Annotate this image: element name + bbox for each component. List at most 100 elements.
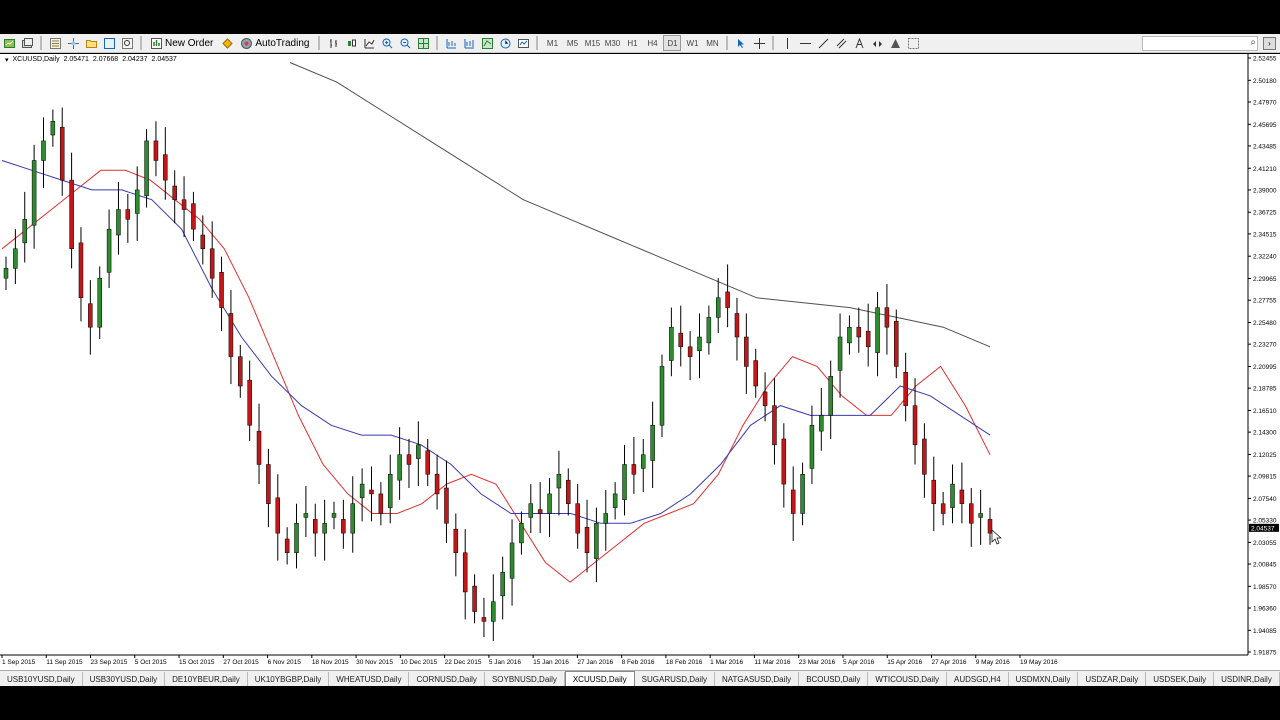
date-tick-label: 27 Oct 2015 bbox=[223, 659, 259, 666]
period-h4[interactable]: H4 bbox=[643, 35, 661, 51]
grid-icon bbox=[907, 37, 919, 49]
trendline-button[interactable] bbox=[815, 35, 831, 51]
chart-tab[interactable]: WTICOUSD,Daily bbox=[868, 672, 947, 686]
chart-tabs: USB10YUSD,Daily USB30YUSD,Daily DE10YBEUR,… bbox=[0, 670, 1280, 686]
new-chart-button[interactable] bbox=[1, 35, 17, 51]
candle-body bbox=[50, 121, 56, 136]
chart-tab[interactable]: USDZAR,Daily bbox=[1078, 672, 1147, 686]
chart-tab[interactable]: USB30YUSD,Daily bbox=[83, 672, 166, 686]
tile-windows-button[interactable] bbox=[415, 35, 431, 51]
market-watch-button[interactable] bbox=[47, 35, 63, 51]
horizontal-line-button[interactable] bbox=[797, 35, 813, 51]
candle-body bbox=[106, 228, 112, 273]
chart-tab[interactable]: CORNUSD,Daily bbox=[409, 672, 485, 686]
period-w1[interactable]: W1 bbox=[683, 35, 701, 51]
candle-body bbox=[603, 513, 609, 524]
chart-tab[interactable]: DE10YBEUR,Daily bbox=[165, 672, 248, 686]
chart-tab[interactable]: SOYBNUSD,Daily bbox=[485, 672, 565, 686]
candle-body bbox=[519, 523, 524, 544]
chart-shift-button[interactable] bbox=[461, 35, 477, 51]
candle-body bbox=[97, 277, 102, 328]
candle-body bbox=[500, 572, 505, 597]
arrows-button[interactable] bbox=[869, 35, 885, 51]
toolbar-separator bbox=[318, 36, 321, 50]
strategy-tester-button[interactable] bbox=[119, 35, 135, 51]
new-order-button[interactable]: New Order bbox=[147, 35, 217, 51]
chart-tab[interactable]: NATGASUSD,Daily bbox=[715, 672, 800, 686]
shapes-button[interactable] bbox=[887, 35, 903, 51]
navigator-button[interactable] bbox=[65, 35, 81, 51]
chart-tab[interactable]: BCOUSD,Daily bbox=[799, 672, 869, 686]
period-d1[interactable]: D1 bbox=[663, 35, 682, 51]
vertical-line-button[interactable] bbox=[779, 35, 795, 51]
text-tool-button[interactable] bbox=[851, 35, 867, 51]
candle-body bbox=[912, 405, 918, 446]
chart-shift-icon bbox=[464, 38, 474, 48]
price-tick-label: 2.52455 bbox=[1253, 56, 1277, 63]
zoom-in-button[interactable] bbox=[379, 35, 395, 51]
chart-tab[interactable]: USDSEK,Daily bbox=[1146, 672, 1215, 686]
bar-chart-button[interactable] bbox=[325, 35, 341, 51]
search-icon[interactable]: ⌕ bbox=[1250, 37, 1256, 48]
candle-body bbox=[163, 154, 168, 181]
chart-tab[interactable]: USB10YUSD,Daily bbox=[0, 672, 83, 686]
chart-tab[interactable]: USDMXN,Daily bbox=[1009, 672, 1079, 686]
candle-body bbox=[744, 336, 749, 367]
chart-tab[interactable]: UK10YBGBP,Daily bbox=[248, 672, 330, 686]
indicators-button[interactable] bbox=[479, 35, 495, 51]
chart-tab[interactable]: USDINR,Daily bbox=[1214, 672, 1280, 686]
date-tick-label: 15 Apr 2016 bbox=[887, 659, 922, 666]
templates-button[interactable] bbox=[515, 35, 531, 51]
chart-tab[interactable]: WHEATUSD,Daily bbox=[329, 672, 410, 686]
vertical-line-icon bbox=[786, 37, 788, 49]
crosshair-tool-button[interactable] bbox=[751, 35, 767, 51]
zoom-out-button[interactable] bbox=[397, 35, 413, 51]
candle-body bbox=[191, 203, 196, 230]
price-tick-label: 2.32240 bbox=[1253, 254, 1277, 261]
autotrading-button[interactable]: AutoTrading bbox=[237, 35, 313, 51]
period-m1[interactable]: M1 bbox=[543, 35, 561, 51]
auto-scroll-button[interactable] bbox=[443, 35, 459, 51]
cursor-tool-button[interactable] bbox=[733, 35, 749, 51]
terminal-button[interactable] bbox=[101, 35, 117, 51]
profiles-button[interactable] bbox=[19, 35, 35, 51]
candle-body bbox=[978, 513, 983, 518]
candle-body bbox=[78, 242, 84, 299]
price-tick-label: 2.43485 bbox=[1253, 143, 1277, 150]
period-m30[interactable]: M30 bbox=[603, 35, 621, 51]
period-m15[interactable]: M15 bbox=[583, 35, 601, 51]
grid-button[interactable] bbox=[905, 35, 921, 51]
period-m5[interactable]: M5 bbox=[563, 35, 581, 51]
candle-body bbox=[228, 313, 234, 357]
price-tick-label: 2.03055 bbox=[1253, 540, 1277, 547]
favorites-button[interactable] bbox=[83, 35, 99, 51]
candlestick-chart-button[interactable] bbox=[343, 35, 359, 51]
chart-tab[interactable]: XCUUSD,Daily bbox=[564, 671, 635, 686]
candle-body bbox=[894, 321, 899, 367]
periodicity-button[interactable] bbox=[497, 35, 513, 51]
search-input[interactable] bbox=[1142, 36, 1258, 51]
candle-body bbox=[322, 523, 327, 534]
candle-body bbox=[13, 248, 18, 269]
symbol-info: ▾ XCUUSD,Daily 2.05471 2.07668 2.04237 2… bbox=[5, 56, 177, 64]
channel-button[interactable] bbox=[833, 35, 849, 51]
price-chart[interactable]: 2.52455 2.50180 2.47970 2.45695 2.43485 2.412… bbox=[0, 54, 1280, 670]
chart-window[interactable]: 2.52455 2.50180 2.47970 2.45695 2.43485 2.412… bbox=[0, 54, 1280, 670]
period-mn[interactable]: MN bbox=[703, 35, 721, 51]
date-tick-label: 5 Apr 2016 bbox=[843, 659, 875, 666]
date-tick-label: 15 Jan 2016 bbox=[533, 659, 569, 666]
line-chart-button[interactable] bbox=[361, 35, 377, 51]
chart-tab[interactable]: AUDSGD,H4 bbox=[947, 672, 1009, 686]
candle-body bbox=[397, 454, 402, 481]
price-tick-label: 2.14300 bbox=[1253, 430, 1277, 437]
candlestick-icon bbox=[347, 39, 356, 46]
toolbar-overflow-button[interactable]: › bbox=[1263, 37, 1276, 50]
experts-button[interactable] bbox=[219, 35, 235, 51]
price-tick-label: 2.18785 bbox=[1253, 386, 1277, 393]
candle-body bbox=[537, 509, 543, 514]
candle-body bbox=[594, 523, 599, 559]
candle-body bbox=[837, 336, 843, 371]
mouse-cursor-icon bbox=[991, 529, 1002, 545]
period-h1[interactable]: H1 bbox=[623, 35, 641, 51]
chart-tab[interactable]: SUGARUSD,Daily bbox=[635, 672, 715, 686]
